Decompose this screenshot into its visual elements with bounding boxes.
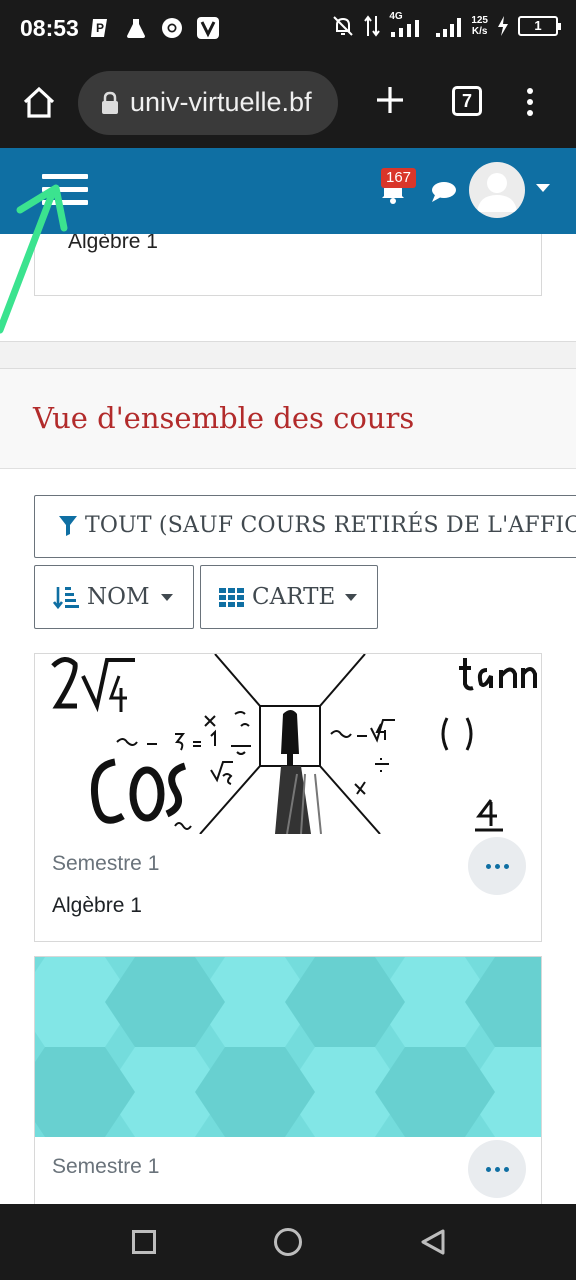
course-filter-label: TOUT (SAUF COURS RETIRÉS DE L'AFFICHA [85, 513, 576, 538]
network-label: 4G [389, 11, 403, 22]
tab-switcher-button[interactable]: 7 [452, 86, 482, 116]
grid-icon [219, 588, 244, 607]
dot-icon [494, 1166, 500, 1172]
dot-icon [485, 863, 491, 869]
caret-down-icon [345, 594, 357, 601]
browser-toolbar: univ-virtuelle.bf 7 [0, 60, 576, 148]
view-label: CARTE [252, 584, 336, 610]
course-card[interactable]: Semestre 1 Algèbre 1 [34, 653, 542, 942]
sort-icon [53, 587, 79, 610]
flask-icon [124, 16, 148, 40]
user-menu-caret-icon[interactable] [536, 184, 550, 192]
status-bar: 08:53 P 4G 125 K/s 1 [0, 0, 576, 60]
url-text: univ-virtuelle.bf [130, 87, 312, 117]
course-actions-menu[interactable] [468, 837, 526, 895]
course-category: Semestre 1 [52, 1155, 160, 1178]
page-content: Algèbre 1 Vue d'ensemble des cours TOUT … [0, 234, 576, 1204]
dot-icon [503, 863, 509, 869]
view-dropdown[interactable]: CARTE [200, 565, 378, 629]
status-time: 08:53 [20, 15, 79, 41]
user-avatar[interactable] [469, 162, 525, 218]
battery-indicator: 1 [518, 16, 561, 36]
course-actions-menu[interactable] [468, 1140, 526, 1198]
data-transfer-icon [364, 15, 381, 37]
home-button[interactable] [20, 84, 58, 122]
lock-icon [100, 91, 120, 115]
status-notification-icons: P [88, 16, 220, 40]
dot-icon [494, 863, 500, 869]
status-right-icons: 4G 125 K/s 1 [331, 11, 561, 38]
android-navigation-bar [0, 1204, 576, 1280]
back-icon[interactable] [420, 1228, 446, 1256]
plus-icon [377, 87, 403, 113]
recent-course-name[interactable]: Algèbre 1 [68, 234, 158, 254]
course-filter-dropdown[interactable]: TOUT (SAUF COURS RETIRÉS DE L'AFFICHA [34, 495, 576, 558]
course-overview-block: Vue d'ensemble des cours TOUT (SAUF COUR… [0, 368, 576, 1204]
course-image-math-sketch[interactable] [35, 654, 541, 834]
course-category: Semestre 1 [52, 852, 160, 875]
home-icon [23, 86, 55, 118]
hamburger-icon[interactable] [42, 172, 88, 208]
battery-level: 1 [534, 18, 542, 33]
recent-course-block: Algèbre 1 [0, 234, 576, 342]
svg-text:P: P [96, 21, 104, 35]
home-circle-icon[interactable] [274, 1228, 302, 1256]
math-sketch-image [35, 654, 541, 834]
chat-icon[interactable] [430, 180, 458, 204]
dot-icon [503, 1166, 509, 1172]
network-type: 4G [389, 11, 425, 38]
course-overview-header: Vue d'ensemble des cours [0, 369, 576, 469]
speed-unit: K/s [471, 26, 488, 37]
chrome-icon [160, 16, 184, 40]
course-card[interactable]: Semestre 1 [34, 956, 542, 1204]
hexagon-pattern-image [35, 957, 541, 1137]
browser-menu-button[interactable] [522, 86, 538, 118]
v-app-icon [196, 16, 220, 40]
new-tab-button[interactable] [374, 84, 406, 116]
charging-icon [498, 16, 508, 36]
filter-icon [59, 516, 77, 536]
screen: 08:53 P 4G 125 K/s 1 univ-virtuelle.bf 7… [0, 0, 576, 1280]
address-bar[interactable]: univ-virtuelle.bf [78, 71, 338, 135]
network-speed: 125 K/s [471, 15, 488, 37]
notifications-off-icon [333, 16, 354, 36]
recent-apps-icon[interactable] [132, 1230, 156, 1254]
sort-label: NOM [87, 584, 150, 610]
parking-app-icon: P [88, 16, 112, 40]
signal-icon-2 [436, 18, 462, 37]
sort-dropdown[interactable]: NOM [34, 565, 194, 629]
dot-icon [485, 1166, 491, 1172]
more-vertical-icon [527, 88, 533, 116]
course-name[interactable]: Algèbre 1 [52, 894, 142, 918]
notification-count-badge: 167 [381, 168, 417, 188]
course-overview-title: Vue d'ensemble des cours [33, 401, 415, 435]
user-icon [477, 173, 517, 212]
course-image-hexagon-pattern[interactable] [35, 957, 541, 1137]
speed-value: 125 [471, 15, 488, 26]
site-navbar: 167 [0, 148, 576, 234]
caret-down-icon [161, 594, 173, 601]
